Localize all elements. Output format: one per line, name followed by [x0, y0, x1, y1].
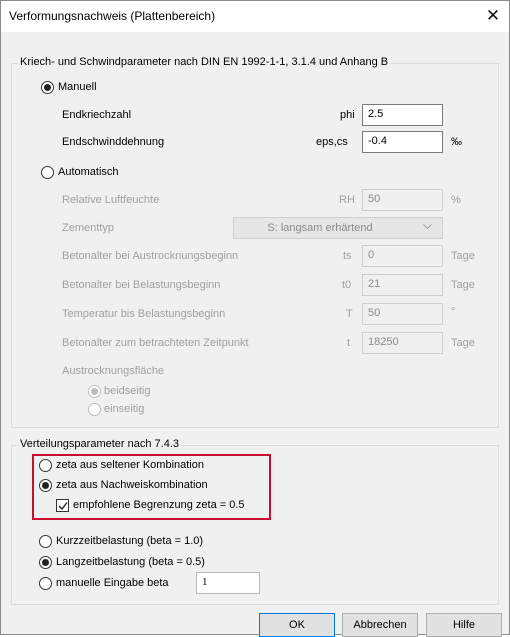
kriech-group-legend: Kriech- und Schwindparameter nach DIN EN…: [18, 56, 391, 68]
zement-select[interactable]: S: langsam erhärtend: [233, 217, 443, 239]
langzeit-label: Langzeitbelastung (beta = 0.5): [56, 556, 205, 568]
zement-value: S: langsam erhärtend: [267, 222, 373, 234]
zeta-selten-radio[interactable]: [39, 459, 52, 472]
chevron-down-icon: [423, 224, 432, 230]
t-label: Betonalter zum betrachteten Zeitpunkt: [62, 337, 249, 349]
beidseitig-label: beidseitig: [104, 385, 151, 397]
rh-label: Relative Luftfeuchte: [62, 194, 160, 206]
langzeit-radio[interactable]: [39, 556, 52, 569]
t0-symbol: t0: [342, 279, 352, 291]
rh-unit: %: [451, 194, 461, 206]
t-unit: Tage: [451, 337, 475, 349]
help-button[interactable]: Hilfe: [426, 613, 502, 637]
t-symbol: t: [347, 337, 351, 349]
ts-label: Betonalter bei Austrocknungsbeginn: [62, 250, 239, 262]
ts-input[interactable]: 0: [362, 245, 443, 267]
manuell-radio[interactable]: [41, 81, 54, 94]
ts-symbol: ts: [343, 250, 352, 262]
manuell-label: Manuell: [58, 81, 97, 93]
t0-label: Betonalter bei Belastungsbeginn: [62, 279, 221, 291]
manuell-beta-radio[interactable]: [39, 577, 52, 590]
window-title: Verformungsnachweis (Plattenbereich): [9, 9, 216, 23]
rh-symbol: RH: [339, 194, 355, 206]
begrenzung-checkbox[interactable]: [56, 499, 69, 512]
phi-input[interactable]: 2.5: [362, 104, 443, 126]
eps-symbol: eps,cs: [316, 136, 348, 148]
title-bar: Verformungsnachweis (Plattenbereich) ✕: [1, 1, 509, 32]
eps-unit: ‰: [451, 136, 462, 148]
automatisch-radio[interactable]: [41, 166, 54, 179]
phi-symbol: phi: [340, 109, 355, 121]
check-icon: [58, 502, 68, 511]
begrenzung-label: empfohlene Begrenzung zeta = 0.5: [73, 499, 245, 511]
zeta-nachweis-radio[interactable]: [39, 479, 52, 492]
kurzzeit-radio[interactable]: [39, 535, 52, 548]
einseitig-radio[interactable]: [88, 403, 101, 416]
kurzzeit-label: Kurzzeitbelastung (beta = 1.0): [56, 535, 204, 547]
beidseitig-radio[interactable]: [88, 385, 101, 398]
flaeche-label: Austrocknungsfläche: [62, 365, 165, 377]
dialog-window: Verformungsnachweis (Plattenbereich) ✕ K…: [0, 0, 510, 637]
rh-input[interactable]: 50: [362, 189, 443, 211]
manuell-beta-label: manuelle Eingabe beta: [56, 577, 169, 589]
t0-unit: Tage: [451, 279, 475, 291]
endkriechzahl-label: Endkriechzahl: [62, 109, 132, 121]
temp-label: Temperatur bis Belastungsbeginn: [62, 308, 226, 320]
temp-symbol: T: [346, 308, 353, 320]
temp-unit: °: [451, 306, 456, 318]
endschwind-label: Endschwinddehnung: [62, 136, 165, 148]
close-icon[interactable]: ✕: [477, 1, 509, 32]
zement-label: Zementtyp: [62, 222, 114, 234]
ok-button[interactable]: OK: [259, 613, 335, 637]
zeta-selten-label: zeta aus seltener Kombination: [56, 459, 204, 471]
t-input[interactable]: 18250: [362, 332, 443, 354]
ts-unit: Tage: [451, 250, 475, 262]
verteilung-group-legend: Verteilungsparameter nach 7.4.3: [18, 438, 181, 450]
automatisch-label: Automatisch: [58, 166, 119, 178]
eps-input[interactable]: -0.4: [362, 131, 443, 153]
beta-input[interactable]: 1: [196, 572, 260, 594]
cancel-button[interactable]: Abbrechen: [342, 613, 418, 637]
zeta-nachweis-label: zeta aus Nachweiskombination: [56, 479, 208, 491]
t0-input[interactable]: 21: [362, 274, 443, 296]
temp-input[interactable]: 50: [362, 303, 443, 325]
einseitig-label: einseitig: [104, 403, 145, 415]
